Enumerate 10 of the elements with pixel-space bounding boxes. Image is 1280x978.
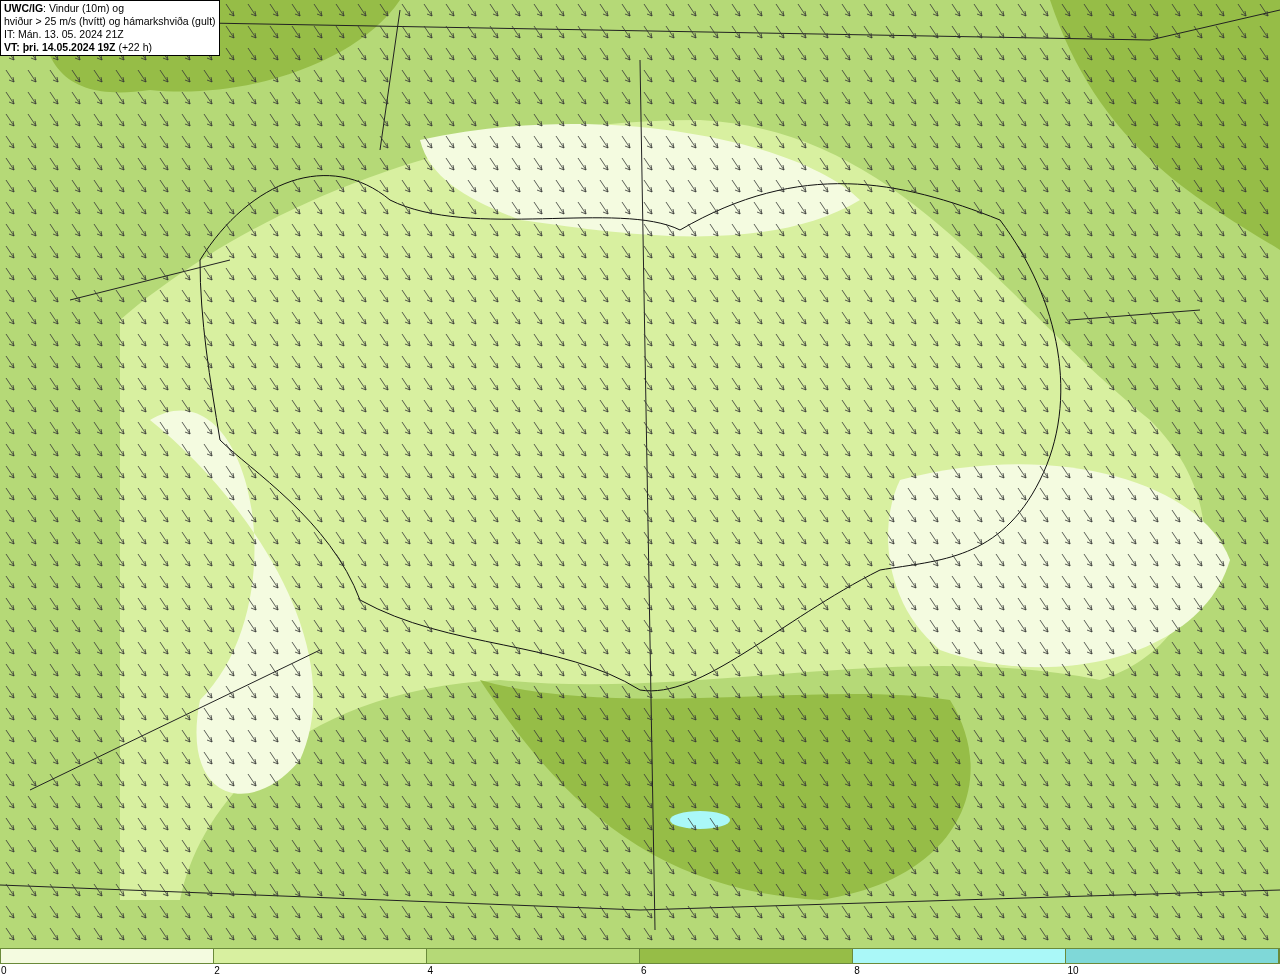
colorbar-tick-label: 4 [427,965,434,976]
colorbar-tick-label: 2 [214,965,220,976]
colorbar-tick-label: 10 [1067,965,1079,976]
info-text: hviður > 25 m/s (hvítt) og hámarkshviða (gult) [4,15,216,28]
colorbar-tick-label: 0 [1,965,7,976]
colorbar-tick-label: 6 [640,965,647,976]
info-text: IT: Mán. 13. 05. 2024 21Z [4,28,125,41]
info-text: VT: þri. 14.05.2024 19Z (+22 h) [4,41,153,54]
info-text: UWC/IG: Vindur (10m) og [4,2,125,15]
colorbar-tick-label: 8 [854,965,860,976]
